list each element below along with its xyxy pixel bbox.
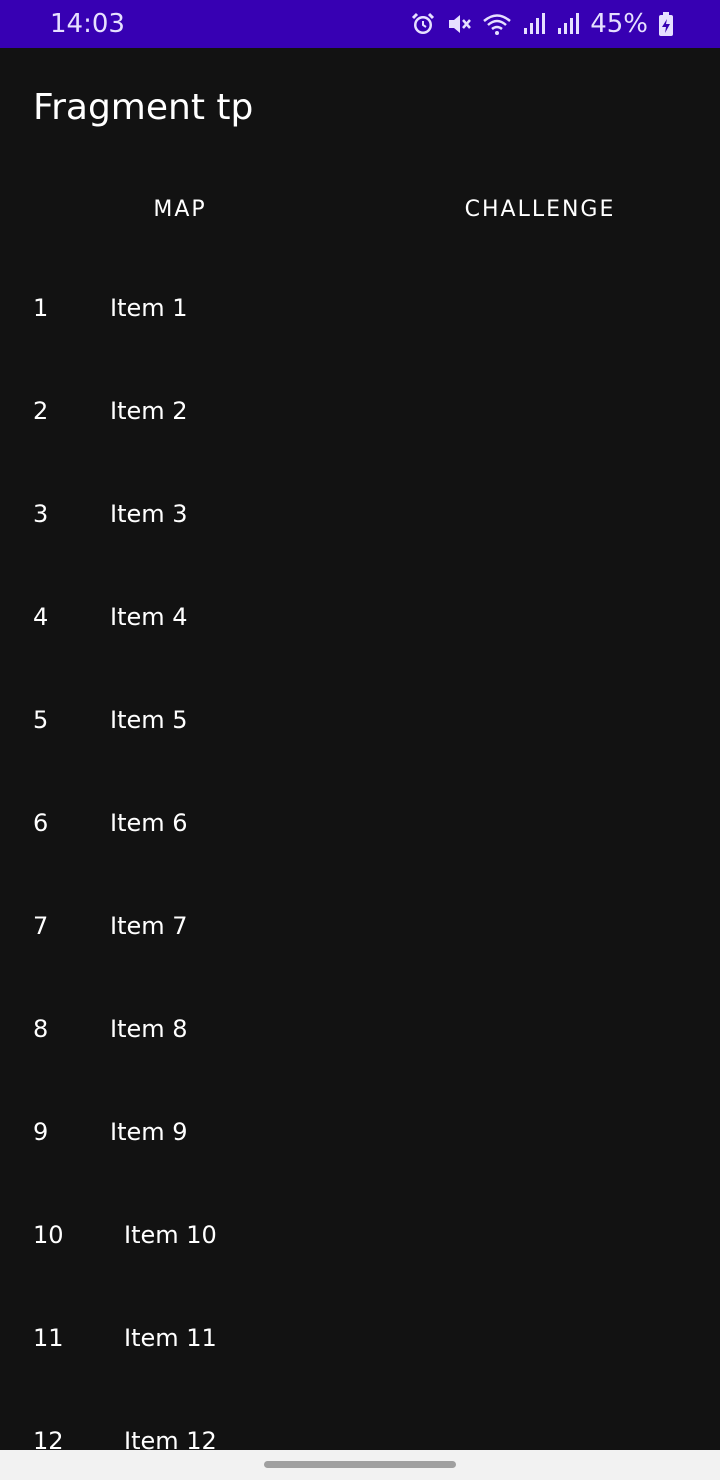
list-item[interactable]: 1 Item 1 (0, 258, 720, 361)
list-item[interactable]: 4 Item 4 (0, 567, 720, 670)
item-number: 4 (33, 603, 49, 631)
list-item[interactable]: 9 Item 9 (0, 1082, 720, 1185)
navigation-bar (0, 1450, 720, 1480)
item-number: 10 (33, 1221, 64, 1249)
list-item[interactable]: 5 Item 5 (0, 670, 720, 773)
list-item[interactable]: 11 Item 11 (0, 1288, 720, 1391)
list-item[interactable]: 10 Item 10 (0, 1185, 720, 1288)
item-content: Item 5 (110, 706, 188, 734)
item-content: Item 4 (110, 603, 188, 631)
wifi-icon (482, 11, 512, 37)
tab-bar: MAP CHALLENGE (0, 166, 720, 256)
list-item[interactable]: 7 Item 7 (0, 876, 720, 979)
item-content: Item 7 (110, 912, 188, 940)
gesture-handle[interactable] (264, 1461, 456, 1468)
app-title: Fragment tp (33, 87, 254, 128)
tab-map[interactable]: MAP (0, 166, 360, 256)
list-item[interactable]: 3 Item 3 (0, 464, 720, 567)
battery-charging-icon (658, 11, 674, 37)
alarm-icon (410, 11, 436, 37)
item-number: 8 (33, 1015, 49, 1043)
tab-challenge[interactable]: CHALLENGE (360, 166, 720, 256)
item-number: 6 (33, 809, 49, 837)
item-number: 7 (33, 912, 49, 940)
app-screen: 14:03 45% Fragment tp MAP CHALLENGE 1 It… (0, 0, 720, 1480)
item-content: Item 1 (110, 294, 188, 322)
list-item[interactable]: 2 Item 2 (0, 361, 720, 464)
vibrate-mute-icon (446, 11, 472, 37)
status-icons: 45% (410, 8, 674, 40)
item-list[interactable]: 1 Item 1 2 Item 2 3 Item 3 4 Item 4 5 It… (0, 258, 720, 1480)
item-content: Item 3 (110, 500, 188, 528)
signal-icon (556, 11, 580, 37)
item-number: 3 (33, 500, 49, 528)
battery-percentage: 45% (590, 9, 648, 39)
list-item[interactable]: 6 Item 6 (0, 773, 720, 876)
signal-icon (522, 11, 546, 37)
item-content: Item 9 (110, 1118, 188, 1146)
list-item[interactable]: 8 Item 8 (0, 979, 720, 1082)
status-bar: 14:03 45% (0, 0, 720, 48)
item-content: Item 6 (110, 809, 188, 837)
app-bar: Fragment tp (0, 48, 720, 166)
status-time: 14:03 (50, 9, 125, 39)
item-number: 11 (33, 1324, 64, 1352)
item-number: 1 (33, 294, 49, 322)
item-content: Item 8 (110, 1015, 188, 1043)
item-number: 5 (33, 706, 49, 734)
item-content: Item 10 (124, 1221, 217, 1249)
item-content: Item 11 (124, 1324, 217, 1352)
item-number: 2 (33, 397, 49, 425)
item-number: 9 (33, 1118, 49, 1146)
item-content: Item 2 (110, 397, 188, 425)
